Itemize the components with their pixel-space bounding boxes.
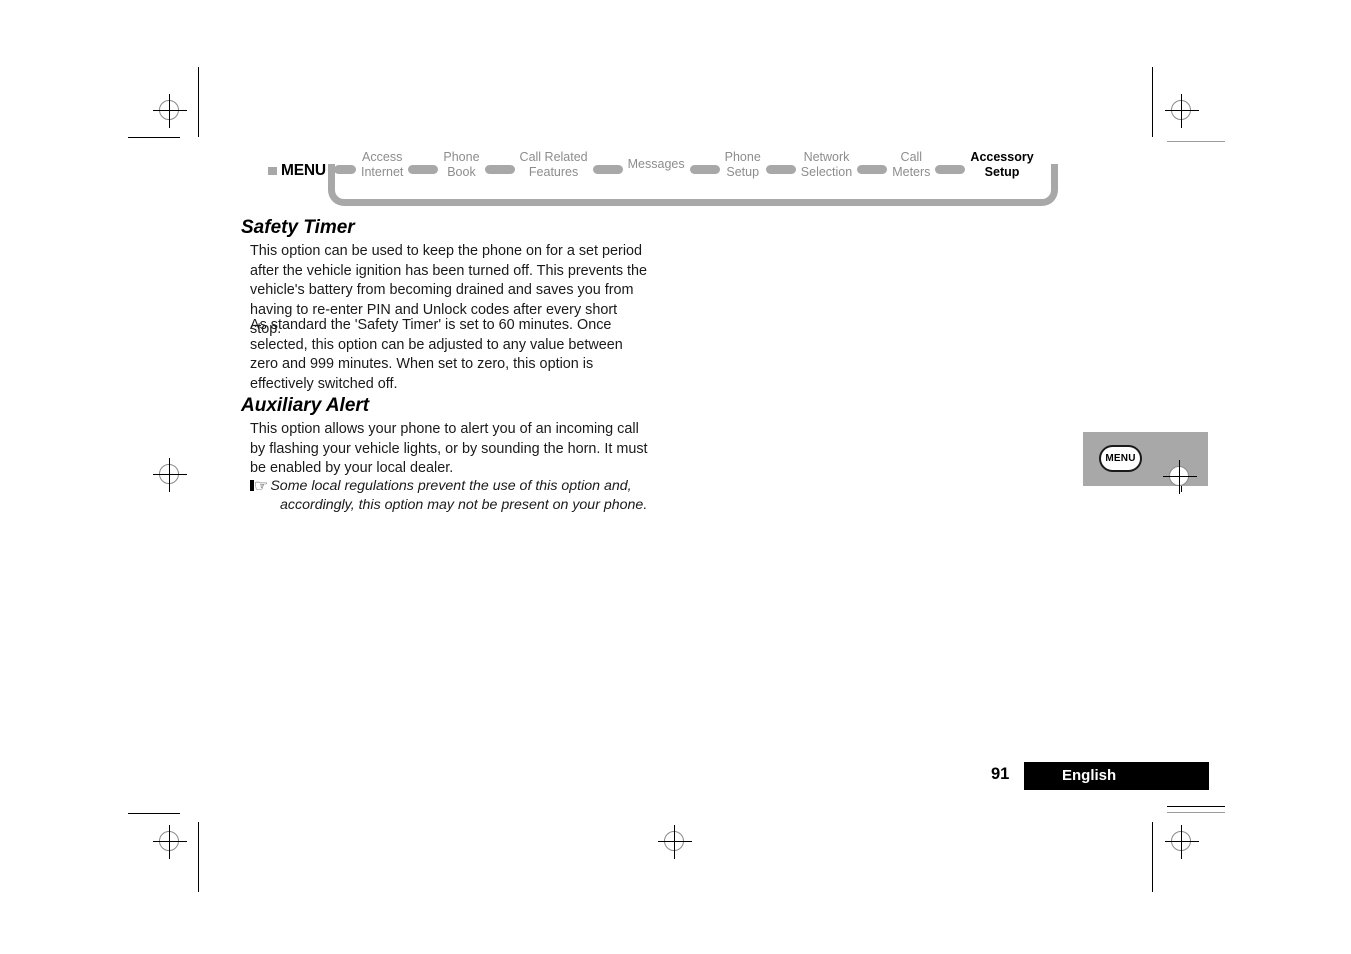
registration-mark-top-right [1162,91,1202,131]
breadcrumb-item-line1: Call Related [519,150,588,164]
crop-mark-bottom-right-horizontal-lower [1167,812,1225,813]
crop-mark-bottom-left-horizontal [128,813,180,814]
language-label: English [1062,767,1117,784]
breadcrumb-item-call-related-features[interactable]: Call Related Features [514,150,593,179]
breadcrumb-connector [484,165,515,174]
breadcrumb-connector [408,165,439,174]
section-title-safety-timer: Safety Timer [241,217,355,238]
square-marker-icon [268,167,277,175]
breadcrumb-item-line1: Messages [627,157,685,171]
breadcrumb-item-line2: Features [528,164,579,179]
breadcrumb-item-line1: Accessory [970,150,1034,164]
breadcrumb-item-line2: Book [447,164,476,179]
breadcrumb-item-call-meters[interactable]: Call Meters [887,150,936,179]
crop-mark-top-left-vertical [198,67,199,137]
breadcrumb-item-line2: Setup [726,164,760,179]
breadcrumb-connector [592,165,623,174]
crop-mark-top-right-vertical [1152,67,1153,137]
auxiliary-alert-note: ☞ Some local regulations prevent the use… [250,477,650,514]
breadcrumb-connector [765,165,796,174]
breadcrumb-item-line2: Meters [892,164,931,179]
breadcrumb-item-line1: Phone [724,150,761,164]
crop-mark-bottom-left-vertical [198,822,199,892]
breadcrumb-connector [334,165,356,174]
auxiliary-alert-paragraph-1: This option allows your phone to alert y… [250,421,648,477]
registration-mark-top-left [150,91,190,131]
breadcrumb-item-line1: Network [803,150,850,164]
registration-mark-bottom-center [655,822,695,862]
breadcrumb-item-accessory-setup[interactable]: Accessory Setup [965,150,1039,179]
breadcrumb-connector [935,165,966,174]
breadcrumb-item-phone-setup[interactable]: Phone Setup [719,150,766,179]
page-number: 91 [991,765,1010,783]
breadcrumb-items: Access Internet Phone Book Call Related … [332,150,1058,190]
registration-mark-bottom-right [1162,822,1202,862]
registration-mark-left-middle [150,455,190,495]
breadcrumb-item-line2: Setup [984,164,1020,179]
breadcrumb-item-messages[interactable]: Messages [622,157,690,172]
pointing-hand-icon: ☞ [250,477,268,497]
registration-mark-bottom-left [150,822,190,862]
crop-mark-top-left-horizontal [128,137,180,138]
breadcrumb-item-line2: Internet [361,164,404,179]
breadcrumb-item-phone-book[interactable]: Phone Book [438,150,485,179]
breadcrumb-connector [857,165,888,174]
language-bar: English [1024,762,1209,790]
breadcrumb-root-label: MENU [281,162,326,179]
menu-path-breadcrumb: MENU Access Internet Phone Book Call Rel… [268,150,1058,206]
menu-key-callout: MENU [1083,432,1208,486]
note-line-2: accordingly, this option may not be pres… [280,496,648,513]
crop-mark-bottom-right-vertical [1152,822,1153,892]
section-title-auxiliary-alert: Auxiliary Alert [241,395,370,416]
breadcrumb-root: MENU [268,162,328,180]
crop-mark-top-right-horizontal [1167,141,1225,142]
document-page: MENU Access Internet Phone Book Call Rel… [0,0,1351,954]
menu-key-button[interactable]: MENU [1099,445,1142,472]
breadcrumb-item-access-internet[interactable]: Access Internet [356,150,409,179]
safety-timer-paragraph-2: As standard the 'Safety Timer' is set to… [250,317,623,392]
note-line-1: Some local regulations prevent the use o… [270,478,632,494]
note-text: Some local regulations prevent the use o… [250,477,650,514]
crop-mark-bottom-right-horizontal-upper [1167,806,1225,807]
breadcrumb-item-line1: Access [362,150,403,164]
breadcrumb-item-network-selection[interactable]: Network Selection [795,150,858,179]
breadcrumb-item-line1: Phone [443,150,480,164]
breadcrumb-item-line1: Call [900,150,923,164]
breadcrumb-connector [689,165,720,174]
breadcrumb-item-line2: Selection [800,164,853,179]
